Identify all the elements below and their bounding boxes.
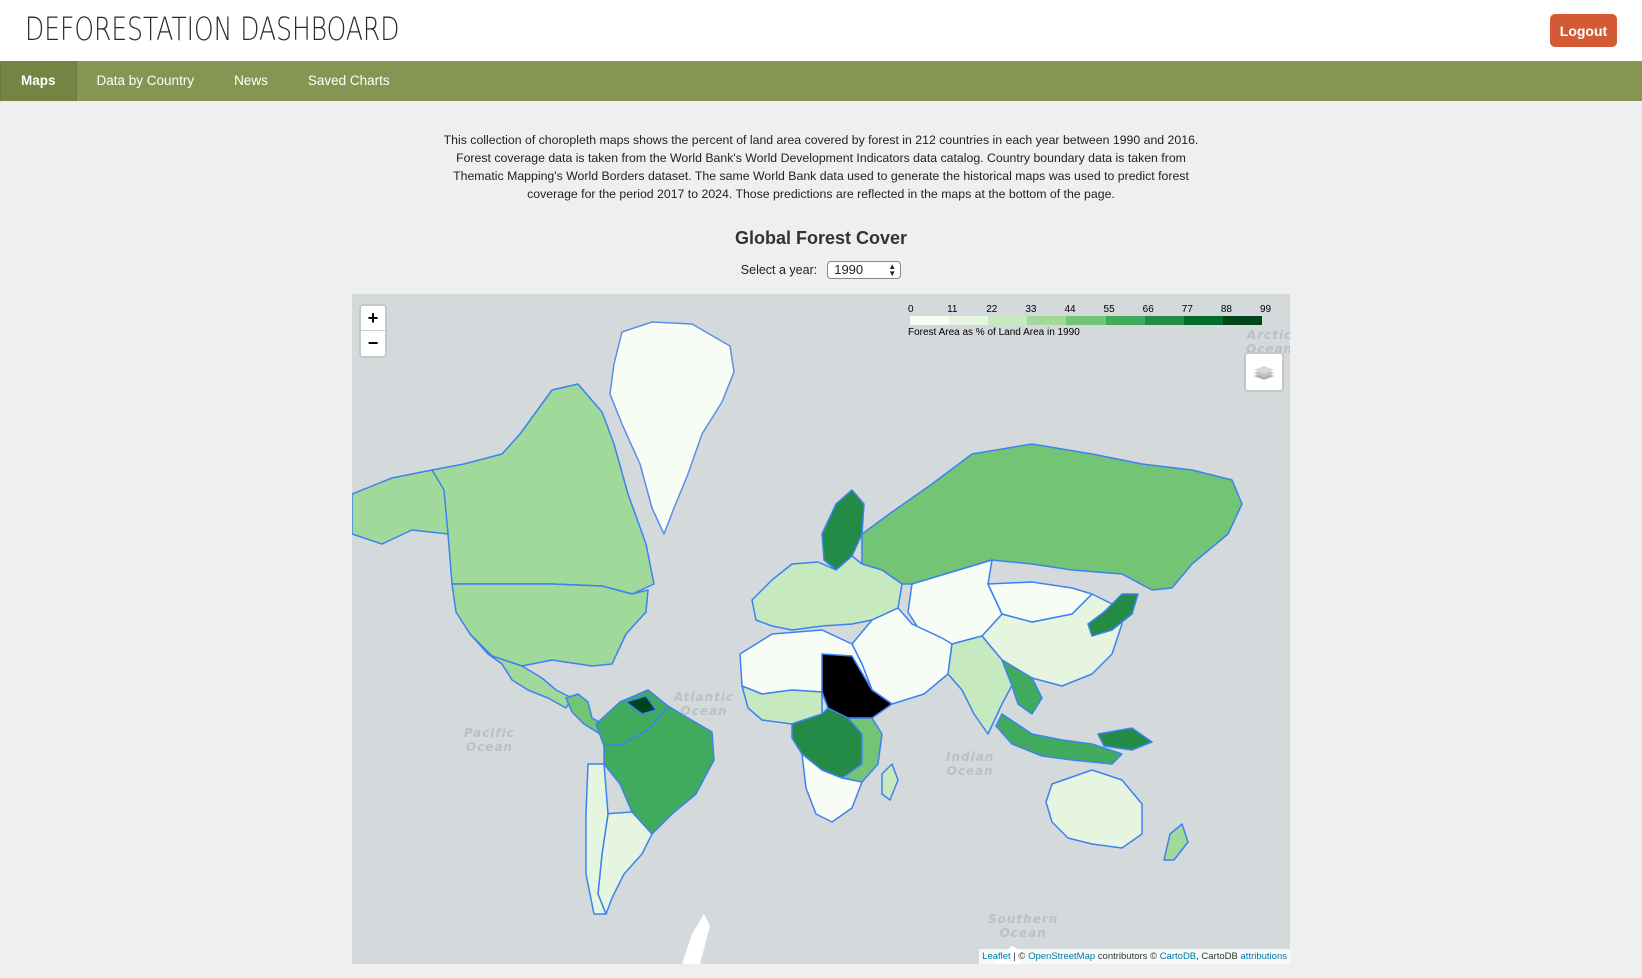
year-selector-row: Select a year: 1990 ▲ ▼ xyxy=(0,261,1642,279)
ocean-label-atlantic: Atlantic Ocean xyxy=(674,690,735,718)
country-australia[interactable] xyxy=(1045,769,1143,849)
tab-maps[interactable]: Maps xyxy=(0,61,77,101)
country-russia[interactable] xyxy=(861,443,1243,591)
legend-caption: Forest Area as % of Land Area in 1990 xyxy=(908,327,1080,338)
top-header: DEFORESTATION DASHBOARD Logout xyxy=(0,0,1642,61)
legend-swatch xyxy=(910,316,950,325)
legend-tick: 88 xyxy=(1220,304,1232,315)
legend-ticks: 0 11 22 33 44 55 66 77 88 99 xyxy=(908,304,1272,316)
year-select-value: 1990 xyxy=(834,262,864,277)
legend-tick: 77 xyxy=(1181,304,1193,315)
tab-data-by-country[interactable]: Data by Country xyxy=(77,61,215,101)
osm-link[interactable]: OpenStreetMap xyxy=(1028,951,1095,962)
antarctica-outline xyxy=(682,914,1028,964)
country-papua[interactable] xyxy=(1097,727,1153,751)
world-map[interactable] xyxy=(352,294,1290,964)
legend-tick: 33 xyxy=(1025,304,1037,315)
select-arrows-icon: ▲ ▼ xyxy=(888,262,897,278)
tab-news[interactable]: News xyxy=(214,61,288,101)
country-scandinavia[interactable] xyxy=(821,489,865,571)
country-alaska[interactable] xyxy=(352,469,449,545)
map-container[interactable]: Atlantic Ocean Pacific Ocean Indian Ocean S… xyxy=(352,294,1290,964)
legend-swatch xyxy=(949,316,989,325)
country-madagascar[interactable] xyxy=(881,763,899,801)
country-new-zealand[interactable] xyxy=(1163,823,1189,861)
ocean-label-indian: Indian Ocean xyxy=(946,750,995,778)
nav-bar: Maps Data by Country News Saved Charts xyxy=(0,61,1642,101)
year-select-label: Select a year: xyxy=(740,263,818,277)
attrib-sep: | © xyxy=(1010,951,1029,962)
app-title: DEFORESTATION DASHBOARD xyxy=(25,10,400,48)
legend-tick: 55 xyxy=(1103,304,1115,315)
layers-control-button[interactable] xyxy=(1244,352,1284,392)
cartodb-link[interactable]: CartoDB xyxy=(1160,951,1196,962)
intro-paragraph: This collection of choropleth maps shows… xyxy=(443,133,1199,201)
legend-swatch xyxy=(1222,316,1262,325)
attrib-contrib: contributors © xyxy=(1095,951,1160,962)
year-select[interactable]: 1990 ▲ ▼ xyxy=(827,261,902,279)
legend-tick: 0 xyxy=(908,304,914,315)
zoom-control: + − xyxy=(359,304,387,358)
legend-swatch xyxy=(1144,316,1184,325)
legend-swatch xyxy=(1183,316,1223,325)
legend-tick: 66 xyxy=(1142,304,1154,315)
map-title: Global Forest Cover xyxy=(734,228,908,248)
country-usa[interactable] xyxy=(451,583,649,667)
layers-icon xyxy=(1254,366,1274,380)
attributions-link[interactable]: attributions xyxy=(1241,951,1287,962)
attrib-cartodb: , CartoDB xyxy=(1196,951,1241,962)
map-attribution: Leaflet | © OpenStreetMap contributors ©… xyxy=(979,949,1290,964)
legend-tick: 44 xyxy=(1064,304,1076,315)
legend-color-bar xyxy=(910,316,1262,325)
leaflet-link[interactable]: Leaflet xyxy=(982,951,1011,962)
legend-swatch xyxy=(1105,316,1145,325)
ocean-label-pacific: Pacific Ocean xyxy=(464,726,515,754)
legend-tick: 99 xyxy=(1260,304,1272,315)
tab-saved-charts[interactable]: Saved Charts xyxy=(288,61,410,101)
zoom-out-button[interactable]: − xyxy=(361,331,385,356)
zoom-in-button[interactable]: + xyxy=(361,306,385,331)
legend-swatch xyxy=(988,316,1028,325)
legend-tick: 11 xyxy=(947,304,958,315)
map-legend: 0 11 22 33 44 55 66 77 88 99 Forest Area as % of … xyxy=(908,304,1272,338)
legend-swatch xyxy=(1027,316,1067,325)
legend-tick: 22 xyxy=(986,304,998,315)
logout-button[interactable]: Logout xyxy=(1550,14,1617,47)
ocean-label-southern: Southern Ocean xyxy=(988,912,1059,940)
legend-swatch xyxy=(1066,316,1106,325)
